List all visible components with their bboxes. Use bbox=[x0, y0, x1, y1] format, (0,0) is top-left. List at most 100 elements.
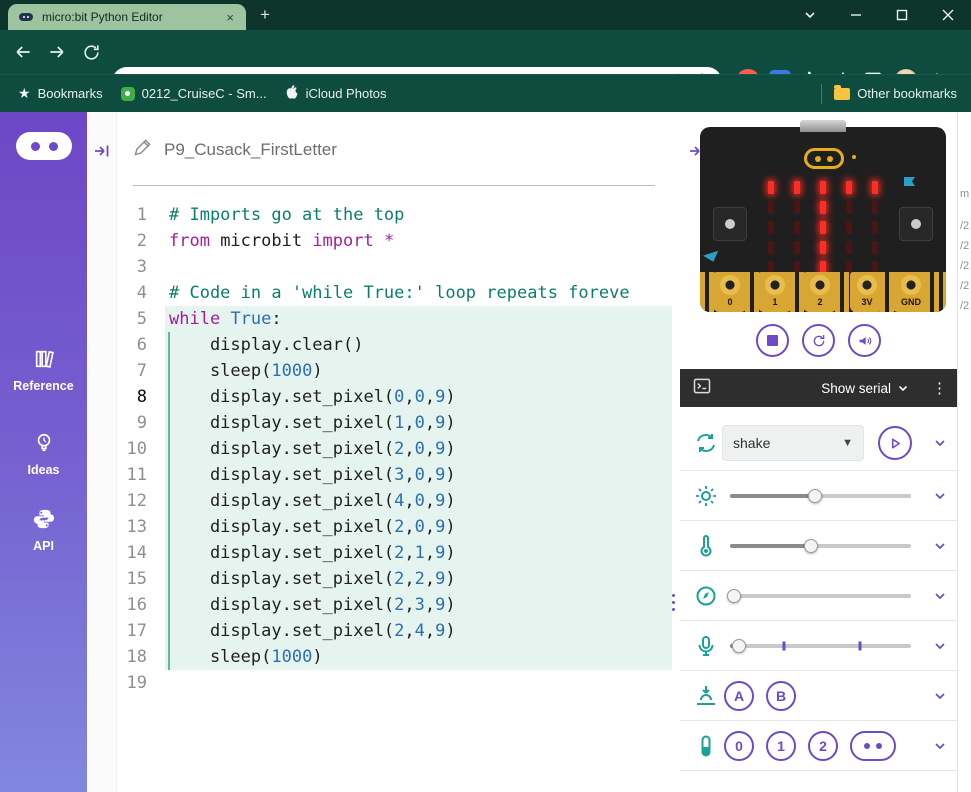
sim-pin-1[interactable]: 1 bbox=[766, 731, 796, 761]
panel-resize-handle[interactable] bbox=[668, 588, 678, 616]
code-line-4[interactable]: 4# Code in a 'while True:' loop repeats … bbox=[117, 280, 672, 306]
code-line-1[interactable]: 1# Imports go at the top bbox=[117, 202, 672, 228]
sidebar-item-reference[interactable]: Reference bbox=[0, 348, 87, 393]
microbit-board[interactable]: 012 3VGND bbox=[700, 127, 946, 312]
bookmarks-manager-item[interactable]: ★ Bookmarks bbox=[18, 85, 103, 102]
ab-buttons: A B bbox=[724, 681, 796, 711]
mute-button[interactable] bbox=[848, 324, 881, 357]
code-line-19[interactable]: 19 bbox=[117, 670, 672, 696]
microbit-logo[interactable] bbox=[16, 132, 72, 160]
expand-microphone-icon[interactable] bbox=[933, 639, 947, 653]
project-title[interactable]: P9_Cusack_FirstLetter bbox=[164, 140, 337, 160]
play-gesture-button[interactable] bbox=[878, 426, 912, 460]
slider-thumb[interactable] bbox=[808, 489, 822, 503]
minimize-button[interactable] bbox=[833, 0, 879, 30]
bookmark-item-icloud[interactable]: iCloud Photos bbox=[285, 84, 387, 103]
line-text bbox=[165, 670, 672, 696]
code-line-14[interactable]: 14 display.set_pixel(2,1,9) bbox=[117, 540, 672, 566]
code-line-15[interactable]: 15 display.set_pixel(2,2,9) bbox=[117, 566, 672, 592]
pin-pad-3V[interactable]: 3V bbox=[850, 272, 884, 312]
reset-button[interactable] bbox=[802, 324, 835, 357]
sim-button-b[interactable]: B bbox=[766, 681, 796, 711]
tab-close-icon[interactable]: × bbox=[224, 9, 236, 26]
close-window-button[interactable] bbox=[925, 0, 971, 30]
code-token: ) bbox=[445, 387, 455, 407]
new-tab-button[interactable]: + bbox=[260, 6, 270, 23]
sim-pin-2[interactable]: 2 bbox=[808, 731, 838, 761]
code-token: , bbox=[425, 517, 435, 537]
edit-pencil-icon[interactable] bbox=[133, 138, 152, 162]
line-number: 9 bbox=[117, 410, 147, 436]
expand-sidebar-icon[interactable] bbox=[93, 142, 111, 160]
code-line-17[interactable]: 17 display.set_pixel(2,4,9) bbox=[117, 618, 672, 644]
line-text: sleep(1000) bbox=[165, 644, 672, 670]
expand-compass-icon[interactable] bbox=[933, 589, 947, 603]
forward-button[interactable] bbox=[46, 41, 68, 63]
code-token: , bbox=[404, 543, 414, 563]
button-b[interactable] bbox=[899, 207, 933, 241]
code-line-8[interactable]: 8 display.set_pixel(0,0,9) bbox=[117, 384, 672, 410]
code-line-18[interactable]: 18 sleep(1000) bbox=[117, 644, 672, 670]
code-token: display.clear() bbox=[169, 335, 363, 355]
expand-light-icon[interactable] bbox=[933, 489, 947, 503]
pin-pad-GND[interactable]: GND bbox=[892, 272, 930, 312]
code-line-12[interactable]: 12 display.set_pixel(4,0,9) bbox=[117, 488, 672, 514]
microphone-led bbox=[852, 155, 856, 159]
serial-terminal-icon[interactable] bbox=[692, 376, 712, 401]
code-line-9[interactable]: 9 display.set_pixel(1,0,9) bbox=[117, 410, 672, 436]
stop-button[interactable] bbox=[756, 324, 789, 357]
pin-pad-1[interactable]: 1 bbox=[758, 272, 792, 312]
expand-temperature-icon[interactable] bbox=[933, 539, 947, 553]
line-number: 16 bbox=[117, 592, 147, 618]
sidebar-item-api[interactable]: API bbox=[0, 508, 87, 553]
light-slider[interactable] bbox=[730, 494, 911, 498]
line-number: 11 bbox=[117, 462, 147, 488]
microphone-slider[interactable] bbox=[730, 644, 911, 648]
led-4-0 bbox=[872, 181, 878, 194]
tab-title: micro:bit Python Editor bbox=[42, 10, 216, 24]
sidebar-item-ideas[interactable]: Ideas bbox=[0, 432, 87, 477]
code-token: 0 bbox=[415, 517, 425, 537]
expand-gesture-icon[interactable] bbox=[933, 436, 947, 450]
code-line-6[interactable]: 6 display.clear() bbox=[117, 332, 672, 358]
serial-menu-icon[interactable]: ⋮ bbox=[932, 379, 947, 397]
code-line-11[interactable]: 11 display.set_pixel(3,0,9) bbox=[117, 462, 672, 488]
sim-pin-logo[interactable] bbox=[850, 731, 896, 761]
other-bookmarks-item[interactable]: Other bookmarks bbox=[834, 86, 957, 101]
slider-thumb[interactable] bbox=[804, 539, 818, 553]
compass-slider[interactable] bbox=[730, 594, 911, 598]
back-button[interactable] bbox=[12, 41, 34, 63]
bookmark-item-cruise[interactable]: 0212_CruiseC - Sm... bbox=[121, 86, 267, 101]
code-line-3[interactable]: 3 bbox=[117, 254, 672, 280]
sim-pin-0[interactable]: 0 bbox=[724, 731, 754, 761]
led-grid[interactable] bbox=[758, 177, 888, 277]
code-line-10[interactable]: 10 display.set_pixel(2,0,9) bbox=[117, 436, 672, 462]
expand-buttons-icon[interactable] bbox=[933, 689, 947, 703]
button-a[interactable] bbox=[713, 207, 747, 241]
code-token: 2 bbox=[394, 569, 404, 589]
code-token: 4 bbox=[415, 621, 425, 641]
temperature-slider[interactable] bbox=[730, 544, 911, 548]
code-line-13[interactable]: 13 display.set_pixel(2,0,9) bbox=[117, 514, 672, 540]
line-text: sleep(1000) bbox=[165, 358, 672, 384]
code-lines[interactable]: 1# Imports go at the top2from microbit i… bbox=[117, 202, 672, 696]
sim-button-a[interactable]: A bbox=[724, 681, 754, 711]
gesture-select[interactable]: shake ▼ bbox=[722, 425, 864, 461]
code-editor[interactable]: P9_Cusack_FirstLetter 1# Imports go at t… bbox=[117, 112, 672, 792]
pin-pad-0[interactable]: 0 bbox=[713, 272, 747, 312]
board-logo-icon[interactable] bbox=[804, 148, 844, 169]
code-line-16[interactable]: 16 display.set_pixel(2,3,9) bbox=[117, 592, 672, 618]
slider-thumb[interactable] bbox=[732, 639, 746, 653]
show-serial-toggle[interactable]: Show serial bbox=[821, 381, 909, 396]
slider-thumb[interactable] bbox=[727, 589, 741, 603]
code-line-7[interactable]: 7 sleep(1000) bbox=[117, 358, 672, 384]
code-line-2[interactable]: 2from microbit import * bbox=[117, 228, 672, 254]
pin-pad-2[interactable]: 2 bbox=[803, 272, 837, 312]
code-line-5[interactable]: 5while True: bbox=[117, 306, 672, 332]
reload-button[interactable] bbox=[80, 41, 102, 63]
expand-pins-icon[interactable] bbox=[933, 739, 947, 753]
code-token: # Imports go at the top bbox=[169, 205, 404, 225]
browser-tab[interactable]: micro:bit Python Editor × bbox=[8, 4, 246, 30]
maximize-button[interactable] bbox=[879, 0, 925, 30]
chevron-down-icon[interactable] bbox=[787, 0, 833, 30]
